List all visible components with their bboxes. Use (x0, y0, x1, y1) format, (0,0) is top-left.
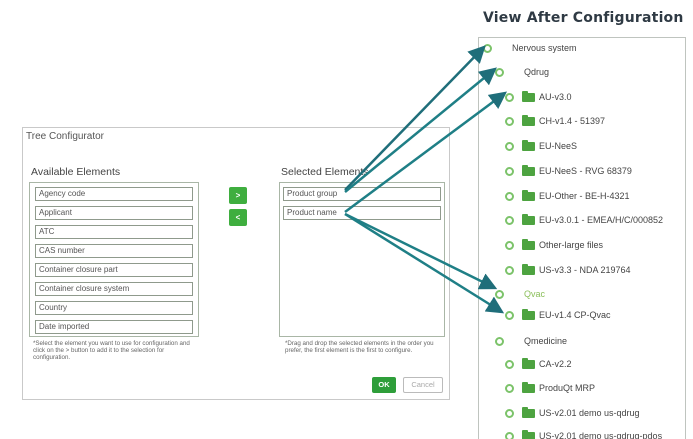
selected-elements-title: Selected Elements (281, 166, 369, 178)
tree-leaf[interactable]: AU-v3.0 (505, 90, 572, 104)
gear-icon (505, 384, 514, 394)
available-elements-list[interactable]: Agency code Applicant ATC CAS number Con… (29, 182, 199, 337)
gear-icon (495, 68, 504, 78)
gear-icon (505, 360, 514, 370)
folder-icon (522, 358, 535, 370)
available-item-date-imported[interactable]: Date imported (35, 320, 193, 334)
gear-icon (495, 337, 504, 347)
gear-icon (505, 266, 514, 276)
folder-icon (522, 239, 535, 251)
folder-icon (522, 140, 535, 152)
gear-icon (483, 44, 492, 54)
folder-icon (522, 115, 535, 127)
available-item-agency-code[interactable]: Agency code (35, 187, 193, 201)
tree-group-qdrug[interactable]: Qdrug (495, 65, 549, 79)
gear-icon (505, 142, 514, 152)
gear-icon (505, 409, 514, 419)
tree-leaf[interactable]: EU-NeeS - RVG 68379 (505, 164, 632, 178)
selected-item-product-group[interactable]: Product group (283, 187, 441, 201)
gear-icon (505, 93, 514, 103)
selected-item-product-name[interactable]: Product name (283, 206, 441, 220)
tree-leaf[interactable]: EU-NeeS (505, 139, 577, 153)
folder-icon (522, 190, 535, 202)
gear-icon (505, 192, 514, 202)
folder-icon (522, 264, 535, 276)
available-item-cas-number[interactable]: CAS number (35, 244, 193, 258)
dialog-title: Tree Configurator (26, 131, 104, 142)
gear-icon (505, 241, 514, 251)
tree-leaf[interactable]: ProduQt MRP (505, 381, 595, 395)
tree-leaf[interactable]: US-v3.3 - NDA 219764 (505, 263, 631, 277)
tree-root-node[interactable]: Nervous system (483, 41, 577, 55)
available-elements-title: Available Elements (31, 166, 121, 178)
tree-group-qmedicine[interactable]: Qmedicine (495, 334, 567, 348)
tree-leaf[interactable]: US-v2.01 demo us-qdrug (505, 406, 640, 420)
folder-icon (522, 430, 535, 439)
page-title: View After Configuration (483, 10, 684, 26)
gear-icon (505, 216, 514, 226)
available-item-container-closure-system[interactable]: Container closure system (35, 282, 193, 296)
ok-button[interactable]: OK (372, 377, 396, 393)
tree-configurator-dialog: Tree Configurator Available Elements Sel… (22, 127, 450, 400)
cancel-button[interactable]: Cancel (403, 377, 443, 393)
gear-icon (495, 290, 504, 300)
folder-icon (522, 407, 535, 419)
tree-view-panel: Nervous system Qdrug AU-v3.0 CH-v1.4 - 5… (478, 37, 686, 439)
tree-leaf[interactable]: US-v2.01 demo us-qdrug-pdos (505, 429, 662, 439)
gear-icon (505, 167, 514, 177)
folder-icon (522, 382, 535, 394)
remove-element-button[interactable]: < (229, 209, 247, 226)
folder-icon (522, 165, 535, 177)
available-item-atc[interactable]: ATC (35, 225, 193, 239)
selected-hint-text: *Drag and drop the selected elements in … (285, 340, 434, 354)
tree-group-qvac[interactable]: Qvac (495, 287, 545, 301)
tree-leaf[interactable]: EU-v1.4 CP-Qvac (505, 308, 611, 322)
available-item-country[interactable]: Country (35, 301, 193, 315)
folder-icon (522, 91, 535, 103)
folder-icon (522, 309, 535, 321)
tree-leaf[interactable]: CA-v2.2 (505, 357, 572, 371)
tree-leaf[interactable]: EU-Other - BE-H-4321 (505, 189, 630, 203)
available-hint-text: *Select the element you want to use for … (33, 340, 190, 361)
gear-icon (505, 117, 514, 127)
tree-leaf[interactable]: CH-v1.4 - 51397 (505, 114, 605, 128)
gear-icon (505, 432, 514, 439)
tree-leaf[interactable]: EU-v3.0.1 - EMEA/H/C/000852 (505, 213, 663, 227)
folder-icon (522, 214, 535, 226)
add-element-button[interactable]: > (229, 187, 247, 204)
available-item-container-closure-part[interactable]: Container closure part (35, 263, 193, 277)
selected-elements-list[interactable]: Product group Product name (279, 182, 445, 337)
available-item-applicant[interactable]: Applicant (35, 206, 193, 220)
tree-leaf[interactable]: Other-large files (505, 238, 603, 252)
gear-icon (505, 311, 514, 321)
